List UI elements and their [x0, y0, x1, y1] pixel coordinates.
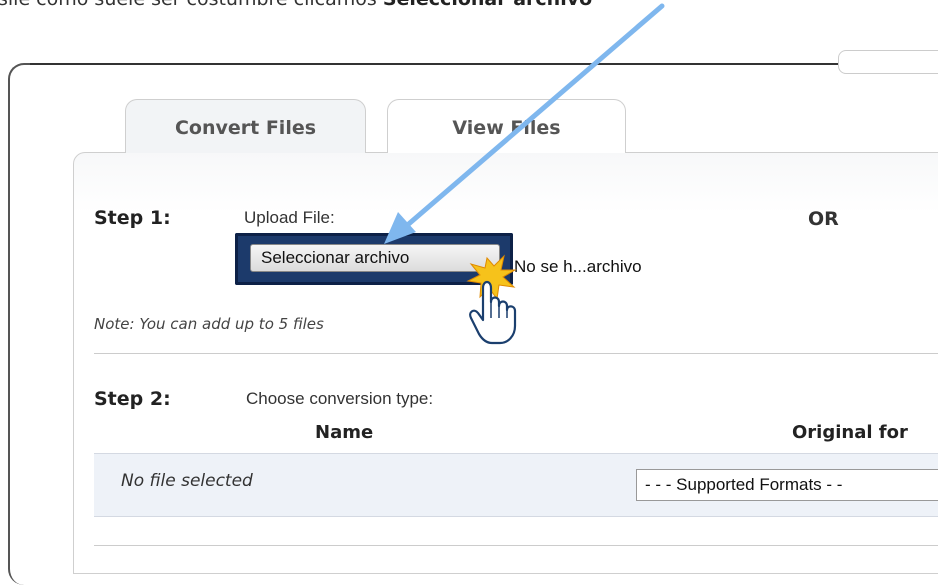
- annotation-overlay: [384, 3, 665, 345]
- annotation-arrow: [384, 3, 665, 244]
